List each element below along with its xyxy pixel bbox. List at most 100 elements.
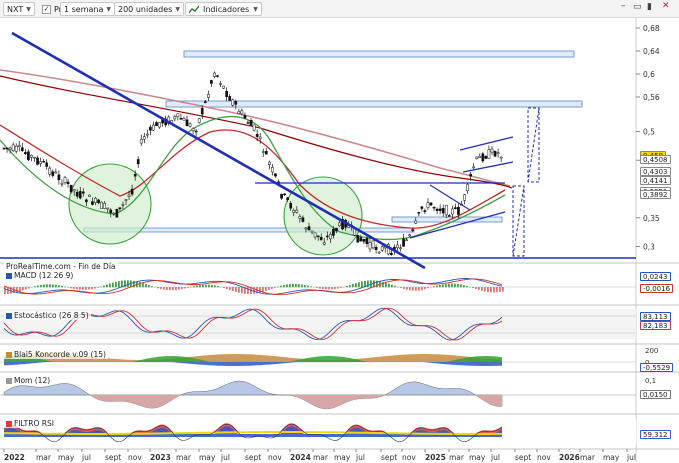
candle-body xyxy=(246,122,250,124)
candle-body xyxy=(20,147,24,152)
stochastic-title[interactable]: Estocástico (26 8 5) xyxy=(4,311,91,320)
candle-body xyxy=(2,147,6,150)
macd-histogram-bar xyxy=(232,287,234,291)
macd-histogram-bar xyxy=(19,287,21,292)
rsi-title[interactable]: FILTRO RSI xyxy=(4,419,56,428)
macd-histogram-bar xyxy=(73,287,75,289)
macd-histogram-bar xyxy=(355,283,357,288)
macd-histogram-bar xyxy=(178,287,180,290)
momentum-label: Mom (12) xyxy=(14,376,51,385)
time-axis-label: may xyxy=(469,453,486,462)
macd-histogram-bar xyxy=(439,284,441,288)
candle-body xyxy=(286,197,289,201)
candle-body xyxy=(225,90,229,97)
macd-histogram-bar xyxy=(202,284,204,288)
candle-body xyxy=(30,154,33,158)
candle-body xyxy=(240,110,244,115)
macd-histogram-bar xyxy=(475,287,477,289)
macd-histogram-bar xyxy=(493,287,495,293)
time-axis: 2022 mar may jul sept nov 2023 mar may jul sept nov… xyxy=(3,449,636,462)
macd-histogram-bar xyxy=(259,287,261,293)
candle-body xyxy=(490,148,494,153)
momentum-title[interactable]: Mom (12) xyxy=(4,376,53,385)
macd-histogram-bar xyxy=(433,286,435,288)
price-tag: 0,3892 xyxy=(640,190,671,200)
macd-title[interactable]: MACD (12 26 9) xyxy=(4,271,76,280)
candle-body xyxy=(197,118,201,123)
candle-body xyxy=(124,199,128,201)
candle-body xyxy=(222,85,225,89)
candle-body xyxy=(36,157,39,165)
macd-histogram-bar xyxy=(25,287,27,290)
candle-body xyxy=(475,156,479,159)
macd-histogram-bar xyxy=(37,285,39,288)
candle-body xyxy=(219,83,222,85)
source-label: ProRealTime.com - Fin de Día xyxy=(4,262,118,271)
candle-body xyxy=(325,235,329,238)
time-axis-label: mar xyxy=(449,453,465,462)
macd-histogram-bar xyxy=(421,287,423,291)
candle-body xyxy=(356,235,360,243)
koncorde-title[interactable]: Blai5 Koncorde v.09 (15) xyxy=(4,350,108,359)
macd-histogram-bar xyxy=(331,287,333,290)
macd-histogram-bar xyxy=(214,285,216,288)
price-tick-label: 0,3 xyxy=(643,243,655,252)
macd-histogram-bar xyxy=(346,286,348,288)
macd-histogram-bar xyxy=(325,287,327,290)
candle-body xyxy=(106,207,110,210)
candle-body xyxy=(75,191,79,197)
candle-body xyxy=(11,144,15,152)
candle-body xyxy=(423,210,427,212)
price-tick-label: 0,6 xyxy=(643,70,655,79)
macd-histogram-bar xyxy=(217,286,219,288)
candle-body xyxy=(88,194,91,197)
candle-body xyxy=(179,118,183,120)
candle-body xyxy=(200,107,204,115)
candle-body xyxy=(368,242,372,250)
candle-body xyxy=(420,206,424,209)
rsi-label: FILTRO RSI xyxy=(14,419,54,428)
macd-histogram-bar xyxy=(196,285,198,288)
price-tick-label: 0,56 xyxy=(643,93,660,102)
legend-color-icon xyxy=(6,312,12,319)
candle-body xyxy=(481,153,485,162)
price-tick-label: 0,35 xyxy=(643,214,660,223)
candle-body xyxy=(329,234,332,240)
time-axis-label: sept xyxy=(515,453,531,462)
macd-histogram-bar xyxy=(70,287,72,289)
candle-body xyxy=(447,215,451,217)
candle-body xyxy=(45,162,49,167)
candle-body xyxy=(152,124,155,131)
candle-body xyxy=(130,188,134,195)
macd-histogram-bar xyxy=(403,287,405,289)
macd-histogram-bar xyxy=(163,287,165,290)
candle-body xyxy=(371,240,375,249)
macd-signal-tag: -0,0016 xyxy=(640,284,674,293)
candle-body xyxy=(496,152,500,154)
price-tag: 0,4303 xyxy=(640,166,671,176)
candle-body xyxy=(441,208,445,214)
candle-body xyxy=(133,173,137,177)
time-axis-label: jul xyxy=(626,453,636,462)
candle-body xyxy=(402,238,405,247)
candle-body xyxy=(112,213,116,215)
candle-body xyxy=(307,226,311,231)
accumulation-ellipse-1 xyxy=(68,163,152,245)
momentum-negative-area xyxy=(4,395,502,409)
resistance-zone-high xyxy=(183,50,575,58)
candle-body xyxy=(457,206,460,215)
candle-body xyxy=(444,204,448,216)
macd-histogram-bar xyxy=(67,287,69,288)
candle-body xyxy=(194,130,198,133)
macd-histogram-bar xyxy=(352,284,354,288)
macd-histogram-bar xyxy=(484,287,486,292)
candle-body xyxy=(118,207,122,210)
candle-body xyxy=(414,220,418,224)
macd-histogram-bar xyxy=(361,281,363,288)
macd-histogram-bar xyxy=(427,287,429,289)
candle-body xyxy=(258,136,262,139)
time-axis-label: nov xyxy=(268,453,282,462)
candle-body xyxy=(338,222,341,227)
macd-histogram-bar xyxy=(76,287,78,290)
macd-histogram-bar xyxy=(100,286,102,288)
